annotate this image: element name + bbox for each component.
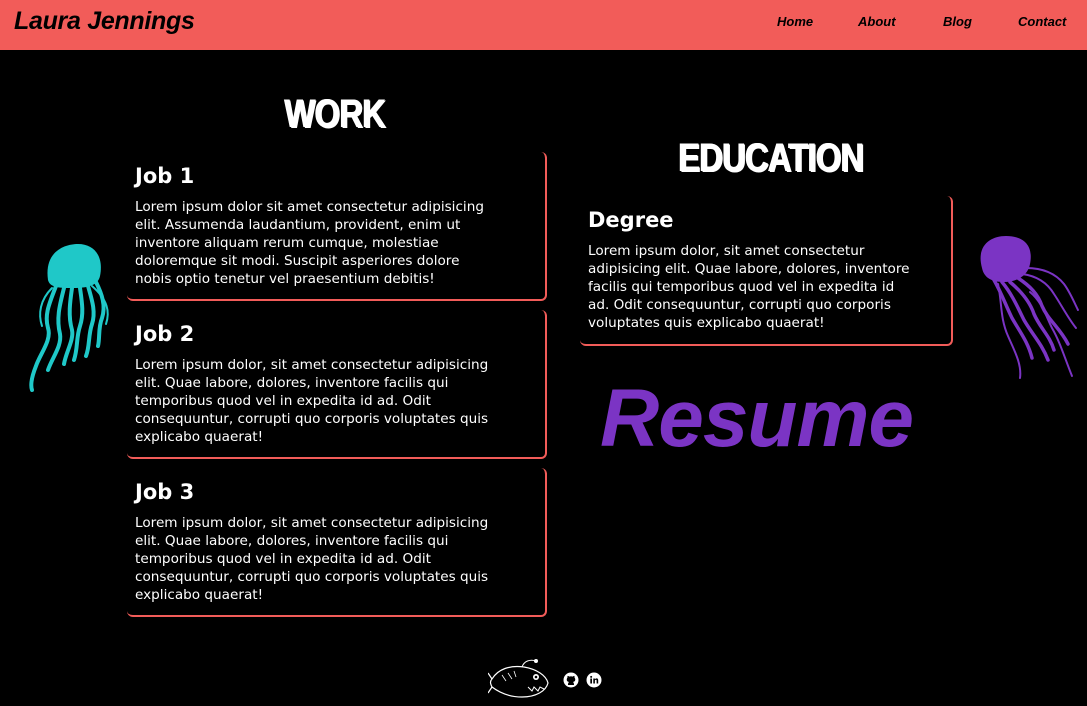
- nav-link-contact[interactable]: Contact: [1018, 14, 1066, 29]
- education-card: Degree Lorem ipsum dolor, sit amet conse…: [580, 196, 953, 346]
- nav-link-about[interactable]: About: [858, 14, 896, 29]
- job-title: Job 1: [135, 164, 195, 188]
- resume-label: Resume: [600, 373, 914, 464]
- jellyfish-icon: [980, 236, 1079, 379]
- nav-link-home[interactable]: Home: [777, 14, 813, 29]
- degree-description: Lorem ipsum dolor, sit amet consectetur …: [588, 243, 910, 331]
- top-nav-bar: Laura Jennings Home About Blog Contact: [0, 0, 1087, 50]
- site-brand[interactable]: Laura Jennings: [14, 7, 195, 36]
- job-title: Job 2: [135, 322, 195, 346]
- github-icon[interactable]: [563, 672, 579, 688]
- education-heading: EDUCATION: [678, 136, 864, 180]
- job-card-2: Job 2 Lorem ipsum dolor, sit amet consec…: [127, 310, 547, 459]
- work-heading: WORK: [284, 92, 386, 136]
- job-title: Job 3: [135, 480, 195, 504]
- jellyfish-icon: [29, 244, 109, 392]
- job-description: Lorem ipsum dolor, sit amet consectetur …: [135, 357, 489, 445]
- degree-title: Degree: [588, 208, 674, 232]
- anglerfish-icon: [488, 659, 549, 698]
- job-description: Lorem ipsum dolor sit amet consectetur a…: [135, 199, 484, 287]
- linkedin-icon[interactable]: [586, 672, 602, 688]
- job-description: Lorem ipsum dolor, sit amet consectetur …: [135, 515, 489, 603]
- nav-link-blog[interactable]: Blog: [943, 14, 972, 29]
- job-card-1: Job 1 Lorem ipsum dolor sit amet consect…: [127, 152, 547, 301]
- job-card-3: Job 3 Lorem ipsum dolor, sit amet consec…: [127, 468, 547, 617]
